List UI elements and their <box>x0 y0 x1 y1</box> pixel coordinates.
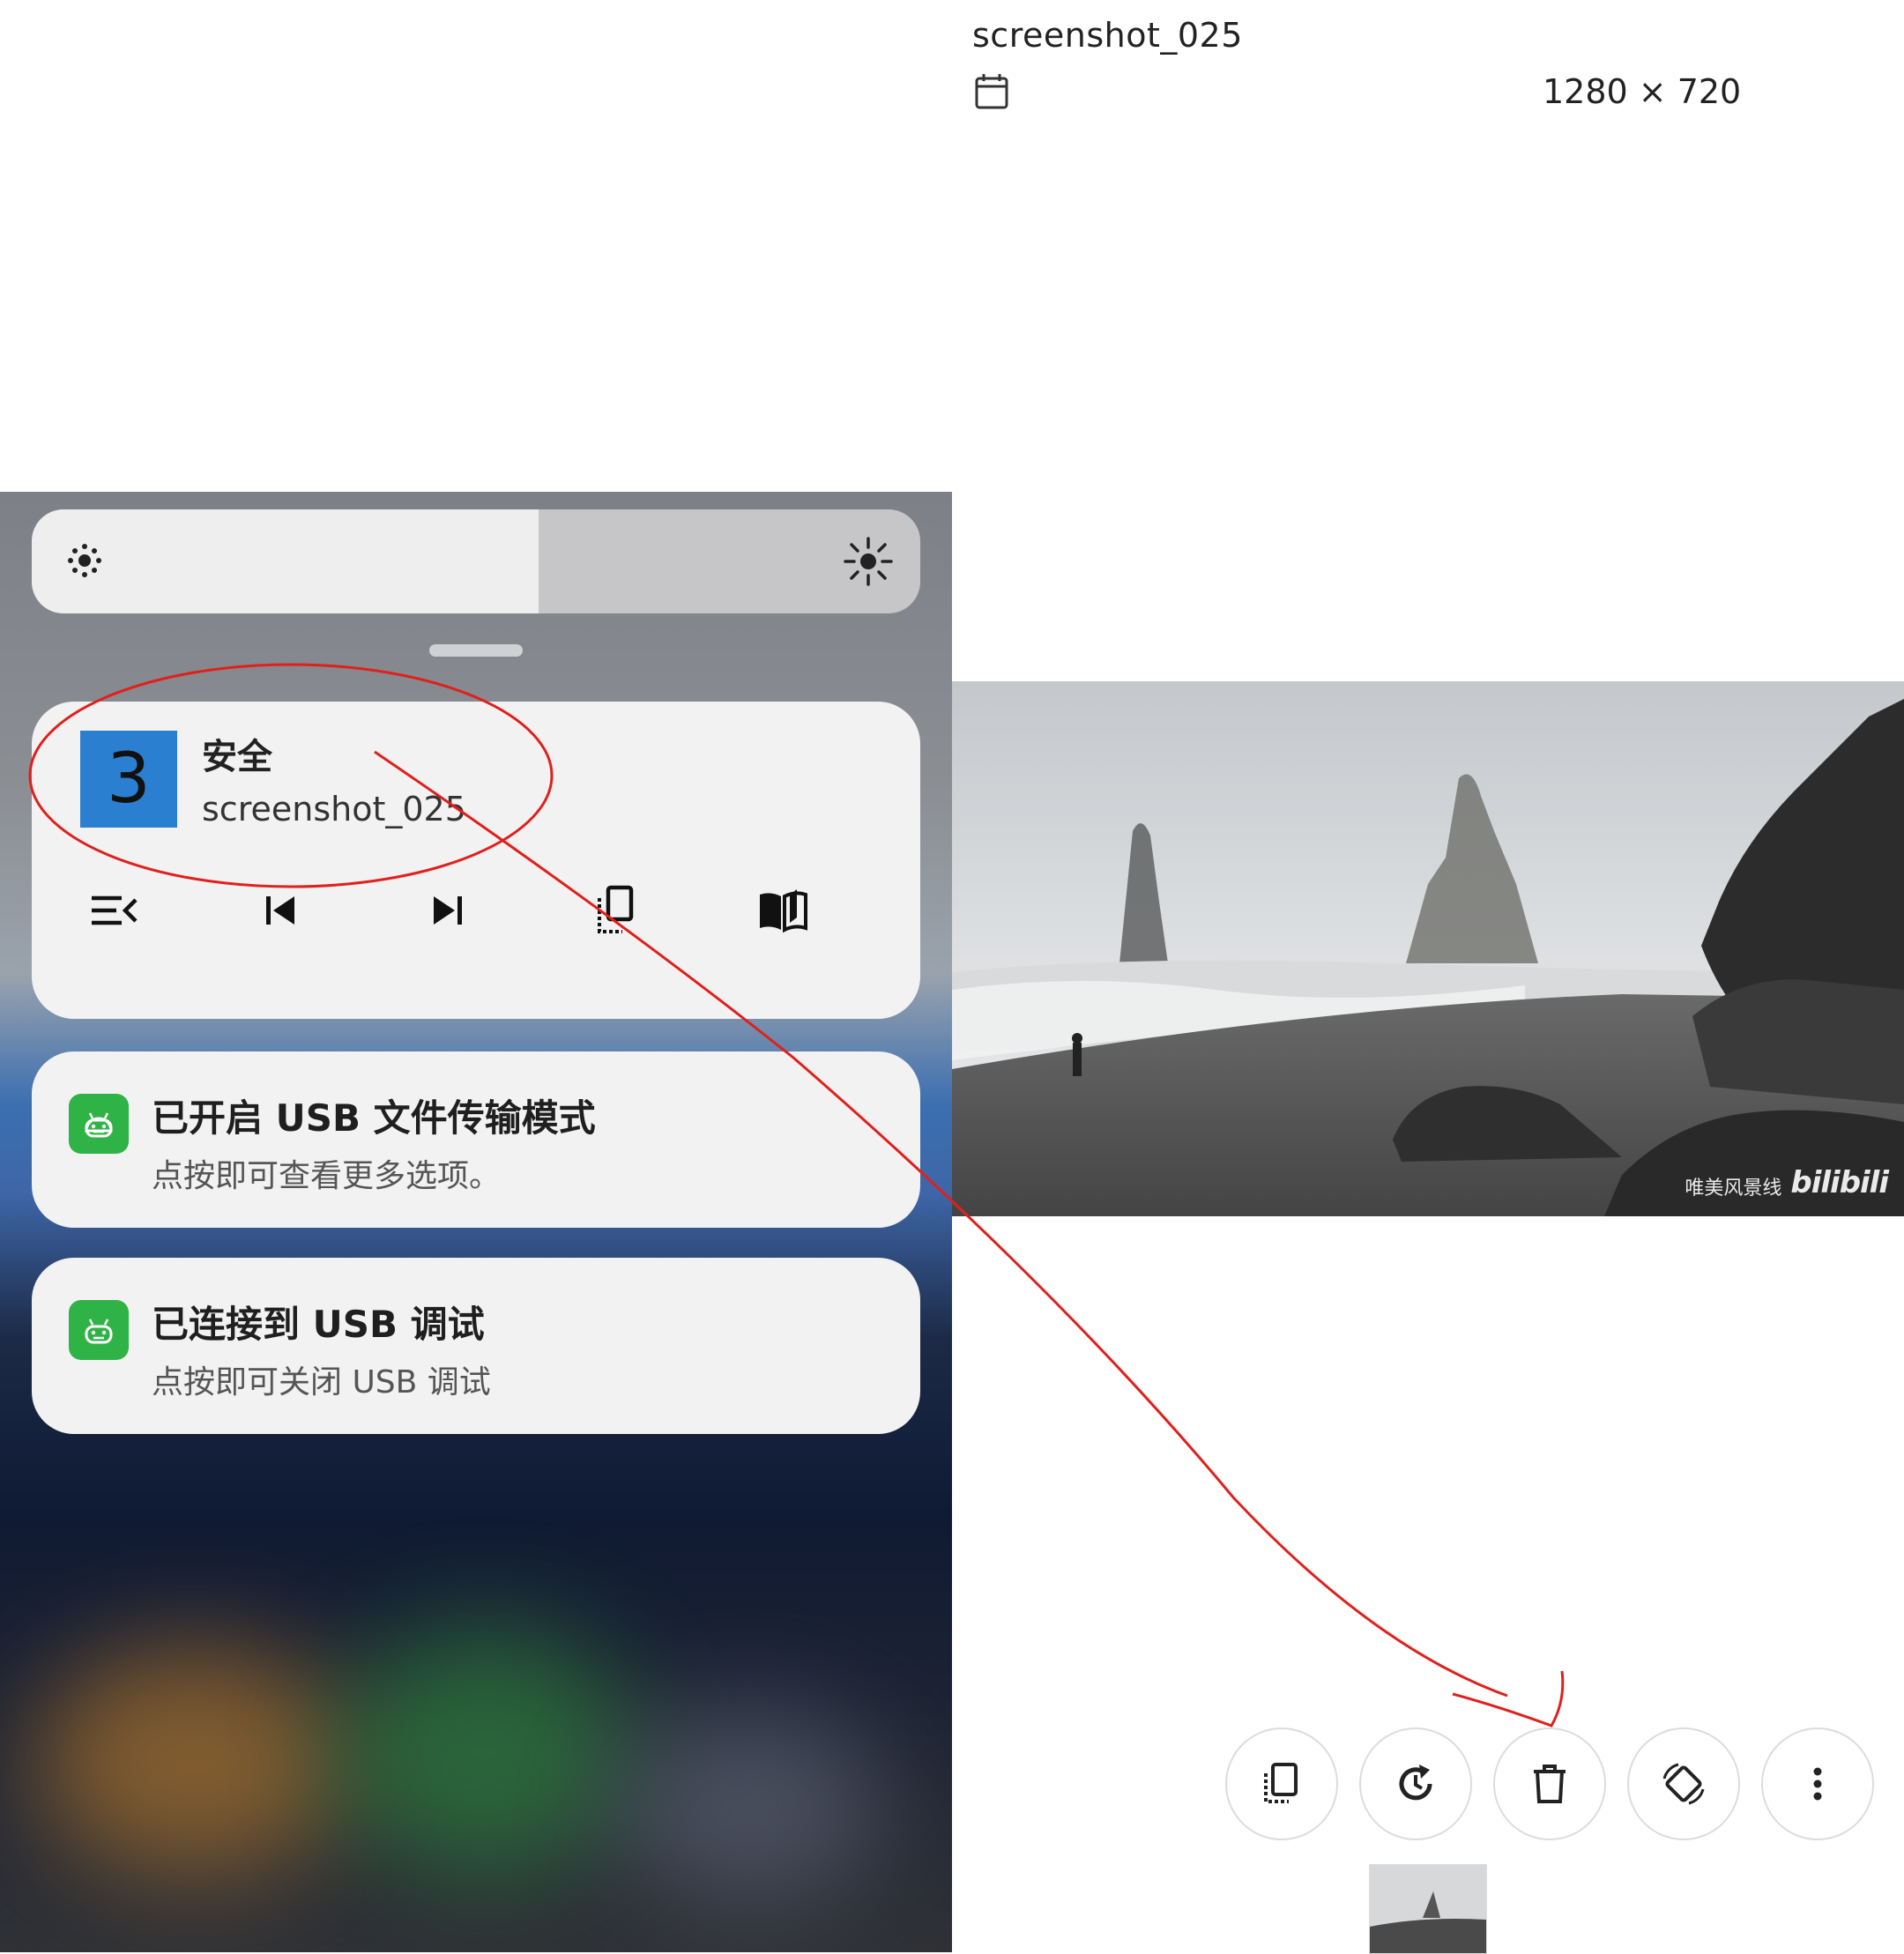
notification-title: 已连接到 USB 调试 <box>152 1303 485 1346</box>
book-icon <box>760 889 807 933</box>
media-title: 安全 <box>202 737 272 777</box>
usb-debugging-notification[interactable]: 已连接到 USB 调试 点按即可关闭 USB 调试 <box>32 1258 920 1434</box>
notification-subtitle: 点按即可查看更多选项。 <box>152 1158 502 1194</box>
android-icon <box>69 1300 129 1360</box>
thumbnail-image <box>1370 1865 1486 1953</box>
playlist-button[interactable] <box>85 882 141 939</box>
shade-drag-handle[interactable] <box>429 644 523 657</box>
calendar-icon <box>975 74 1008 109</box>
more-vert-icon <box>1813 1767 1822 1801</box>
annotation-arrowhead <box>1452 1670 1565 1727</box>
screen-rotation-icon <box>1662 1763 1705 1805</box>
more-button[interactable] <box>1761 1727 1874 1840</box>
watermark-logo: bilibili <box>1790 1165 1889 1200</box>
next-icon <box>434 896 462 925</box>
copy-button[interactable] <box>1225 1727 1338 1840</box>
brightness-high-icon <box>844 537 893 586</box>
media-controls <box>85 882 878 944</box>
rotate-button[interactable] <box>1359 1727 1472 1840</box>
previous-icon <box>266 896 294 925</box>
seascape-image <box>952 681 1904 1216</box>
notification-title: 已开启 USB 文件传输模式 <box>152 1096 596 1140</box>
watermark: 唯美风景线 bilibili <box>1685 1165 1889 1200</box>
media-app-tile: 3 <box>80 731 177 828</box>
notification-subtitle: 点按即可关闭 USB 调试 <box>152 1364 491 1400</box>
book-button[interactable] <box>755 882 811 939</box>
trash-icon <box>1534 1765 1566 1803</box>
wallpaper-blur-green <box>335 1629 635 1876</box>
copy-icon <box>1264 1763 1298 1803</box>
viewer-filename: screenshot_025 <box>972 16 1243 55</box>
android-icon <box>69 1094 129 1154</box>
usb-file-transfer-notification[interactable]: 已开启 USB 文件传输模式 点按即可查看更多选项。 <box>32 1051 920 1228</box>
media-subtitle: screenshot_025 <box>202 790 466 828</box>
photo-thumbnail[interactable] <box>1369 1864 1487 1954</box>
wallpaper-blur-grey <box>617 1708 881 1902</box>
previous-button[interactable] <box>252 882 309 939</box>
brightness-fill <box>32 509 539 613</box>
brightness-low-icon <box>68 544 101 577</box>
rotate-clock-icon <box>1399 1765 1432 1801</box>
playlist-icon <box>92 895 138 925</box>
auto-rotate-button[interactable] <box>1627 1727 1740 1840</box>
notification-shade: 3 安全 screenshot_025 已开启 USB 文件传输模式 点按即可查… <box>0 492 952 1952</box>
image-dimensions: 1280 × 720 <box>1543 72 1742 111</box>
brightness-slider[interactable] <box>32 509 920 613</box>
copy-action-button[interactable] <box>587 882 643 939</box>
media-notification[interactable]: 3 安全 screenshot_025 <box>32 702 920 1019</box>
delete-button[interactable] <box>1493 1727 1606 1840</box>
copy-icon <box>598 885 634 933</box>
watermark-text: 唯美风景线 <box>1685 1178 1782 1200</box>
viewer-toolbar <box>1225 1727 1874 1840</box>
photo-preview[interactable]: 唯美风景线 bilibili <box>952 681 1904 1216</box>
wallpaper-blur-orange <box>35 1646 353 1876</box>
next-button[interactable] <box>420 882 476 939</box>
